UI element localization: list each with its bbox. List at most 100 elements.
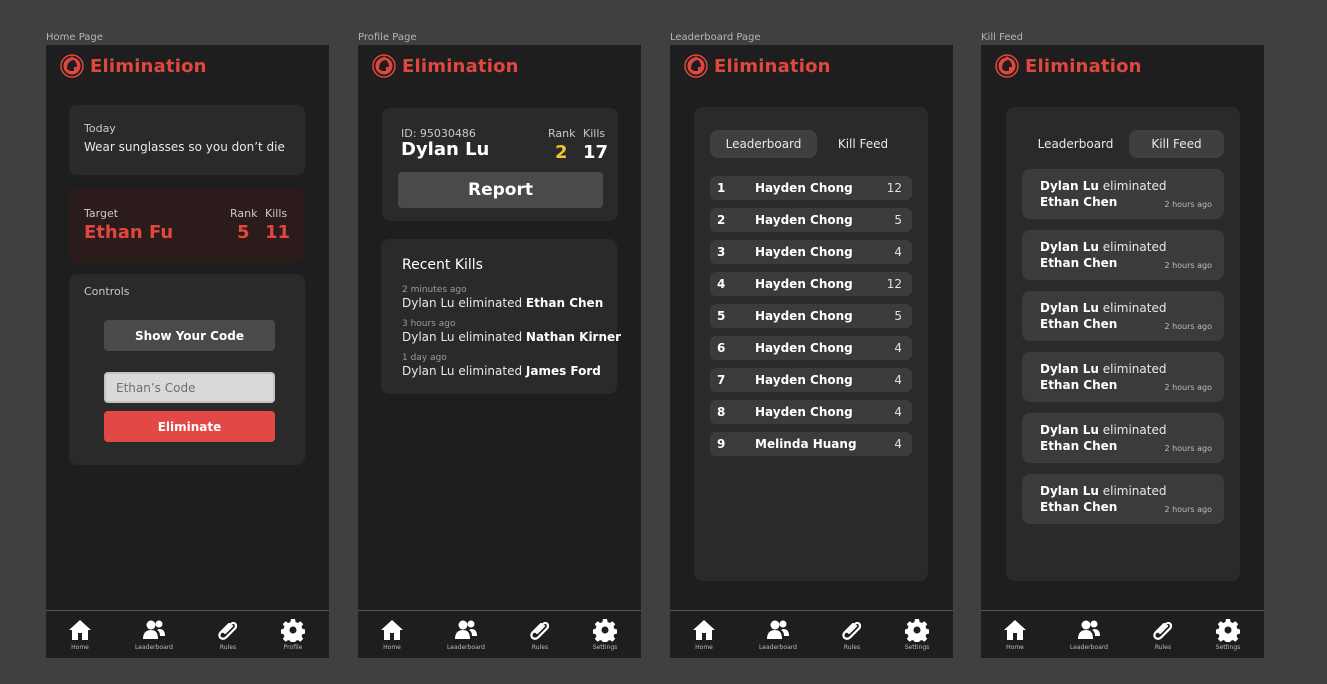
app-brand[interactable]: Elimination [372,54,519,78]
tab-leaderboard[interactable]: Leaderboard [710,130,817,158]
leaderboard-row[interactable]: 4 Hayden Chong 12 [710,272,912,296]
recent-kill-time: 3 hours ago [402,319,456,329]
home-icon [381,620,403,640]
nav-leaderboard[interactable]: Leaderboard [1059,618,1119,651]
rank-label: Rank [548,127,576,140]
users-icon [767,620,789,639]
bottom-nav: Home Leaderboard Rules Settings [358,610,641,658]
nav-home[interactable]: Home [362,618,422,651]
home-icon [1004,620,1026,640]
controls-label: Controls [84,285,130,298]
target-rank: 5 [237,222,250,243]
report-button[interactable]: Report [398,172,603,208]
nav-rules[interactable]: Rules [822,618,882,651]
app-name: Elimination [402,55,519,77]
recent-kill-time: 1 day ago [402,353,447,363]
player-rank: 2 [555,142,568,163]
frame-label-home: Home Page [46,32,103,43]
nav-settings[interactable]: Settings [1198,618,1258,651]
player-name: Dylan Lu [401,139,490,160]
nav-leaderboard[interactable]: Leaderboard [436,618,496,651]
kill-feed-page: Elimination Leaderboard Kill Feed Dylan … [981,45,1264,658]
kill-feed-item[interactable]: Dylan Lu eliminated Ethan Chen 2 hours a… [1022,291,1224,341]
users-icon [143,620,165,639]
leaderboard-row[interactable]: 9 Melinda Huang 4 [710,432,912,456]
app-brand[interactable]: Elimination [60,54,207,78]
rank-label: Rank [230,207,258,220]
leaderboard-row[interactable]: 2 Hayden Chong 5 [710,208,912,232]
paperclip-icon [842,621,862,640]
leaderboard-row[interactable]: 3 Hayden Chong 4 [710,240,912,264]
nav-leaderboard[interactable]: Leaderboard [748,618,808,651]
home-page: Elimination Today Wear sunglasses so you… [46,45,329,658]
paperclip-icon [530,621,550,640]
tab-kill-feed[interactable]: Kill Feed [1129,130,1224,158]
target-card: Target Rank Kills Ethan Fu 5 11 [69,188,305,262]
gear-icon [905,619,929,642]
nav-rules[interactable]: Rules [1133,618,1193,651]
kills-label: Kills [265,207,288,220]
recent-kill-item: Dylan Lu eliminated Ethan Chen [402,296,604,310]
nav-rules[interactable]: Rules [510,618,570,651]
gear-icon [281,619,305,642]
eliminate-button[interactable]: Eliminate [104,411,275,442]
nav-profile[interactable]: Profile [263,618,323,651]
frame-label-killfeed: Kill Feed [981,32,1023,43]
home-icon [693,620,715,640]
leaderboard-row[interactable]: 8 Hayden Chong 4 [710,400,912,424]
frame-label-leaderboard: Leaderboard Page [670,32,761,43]
spartan-helmet-logo-icon [684,54,708,78]
bottom-nav: Home Leaderboard Rules Settings [981,610,1264,658]
app-brand[interactable]: Elimination [684,54,831,78]
recent-kills-card: Recent Kills 2 minutes ago Dylan Lu elim… [381,239,621,394]
app-name: Elimination [90,55,207,77]
kills-label: Kills [583,127,606,140]
spartan-helmet-logo-icon [372,54,396,78]
home-icon [69,620,91,640]
controls-card: Controls Show Your Code Ethan’s Code Eli… [69,274,305,465]
nav-rules[interactable]: Rules [198,618,258,651]
show-code-button[interactable]: Show Your Code [104,320,275,351]
paperclip-icon [218,621,238,640]
recent-kill-item: Dylan Lu eliminated James Ford [402,364,601,378]
users-icon [1078,620,1100,639]
leaderboard-page: Elimination Leaderboard Kill Feed 1 Hayde… [670,45,953,658]
profile-page: Elimination ID: 95030486 Dylan Lu Rank K… [358,45,641,658]
nav-settings[interactable]: Settings [887,618,947,651]
profile-card: ID: 95030486 Dylan Lu Rank Kills 2 17 Re… [382,108,618,221]
nav-leaderboard[interactable]: Leaderboard [124,618,184,651]
leaderboard-row[interactable]: 5 Hayden Chong 5 [710,304,912,328]
player-kills: 17 [583,142,609,163]
bottom-nav: Home Leaderboard Rules Settings [670,610,953,658]
kill-feed-item[interactable]: Dylan Lu eliminated Ethan Chen 2 hours a… [1022,169,1224,219]
spartan-helmet-logo-icon [995,54,1019,78]
app-brand[interactable]: Elimination [995,54,1142,78]
nav-home[interactable]: Home [50,618,110,651]
kill-feed-card: Leaderboard Kill Feed Dylan Lu eliminate… [1006,107,1240,581]
users-icon [455,620,477,639]
recent-kill-time: 2 minutes ago [402,285,467,295]
tab-leaderboard[interactable]: Leaderboard [1022,130,1129,158]
target-name: Ethan Fu [84,222,174,243]
today-card: Today Wear sunglasses so you don’t die [69,105,305,175]
gear-icon [1216,619,1240,642]
gear-icon [593,619,617,642]
today-label: Today [84,122,116,135]
target-kills: 11 [265,222,291,243]
leaderboard-row[interactable]: 6 Hayden Chong 4 [710,336,912,360]
recent-kill-item: Dylan Lu eliminated Nathan Kirner [402,330,622,344]
nav-home[interactable]: Home [674,618,734,651]
code-input[interactable]: Ethan’s Code [104,372,275,403]
leaderboard-card: Leaderboard Kill Feed 1 Hayden Chong 12 2H… [694,107,928,581]
leaderboard-row[interactable]: 1 Hayden Chong 12 [710,176,912,200]
kill-feed-item[interactable]: Dylan Lu eliminated Ethan Chen 2 hours a… [1022,352,1224,402]
kill-feed-item[interactable]: Dylan Lu eliminated Ethan Chen 2 hours a… [1022,474,1224,524]
kill-feed-item[interactable]: Dylan Lu eliminated Ethan Chen 2 hours a… [1022,413,1224,463]
leaderboard-row[interactable]: 7 Hayden Chong 4 [710,368,912,392]
tab-kill-feed[interactable]: Kill Feed [816,130,910,158]
app-name: Elimination [1025,55,1142,77]
nav-home[interactable]: Home [985,618,1045,651]
paperclip-icon [1153,621,1173,640]
kill-feed-item[interactable]: Dylan Lu eliminated Ethan Chen 2 hours a… [1022,230,1224,280]
nav-settings[interactable]: Settings [575,618,635,651]
